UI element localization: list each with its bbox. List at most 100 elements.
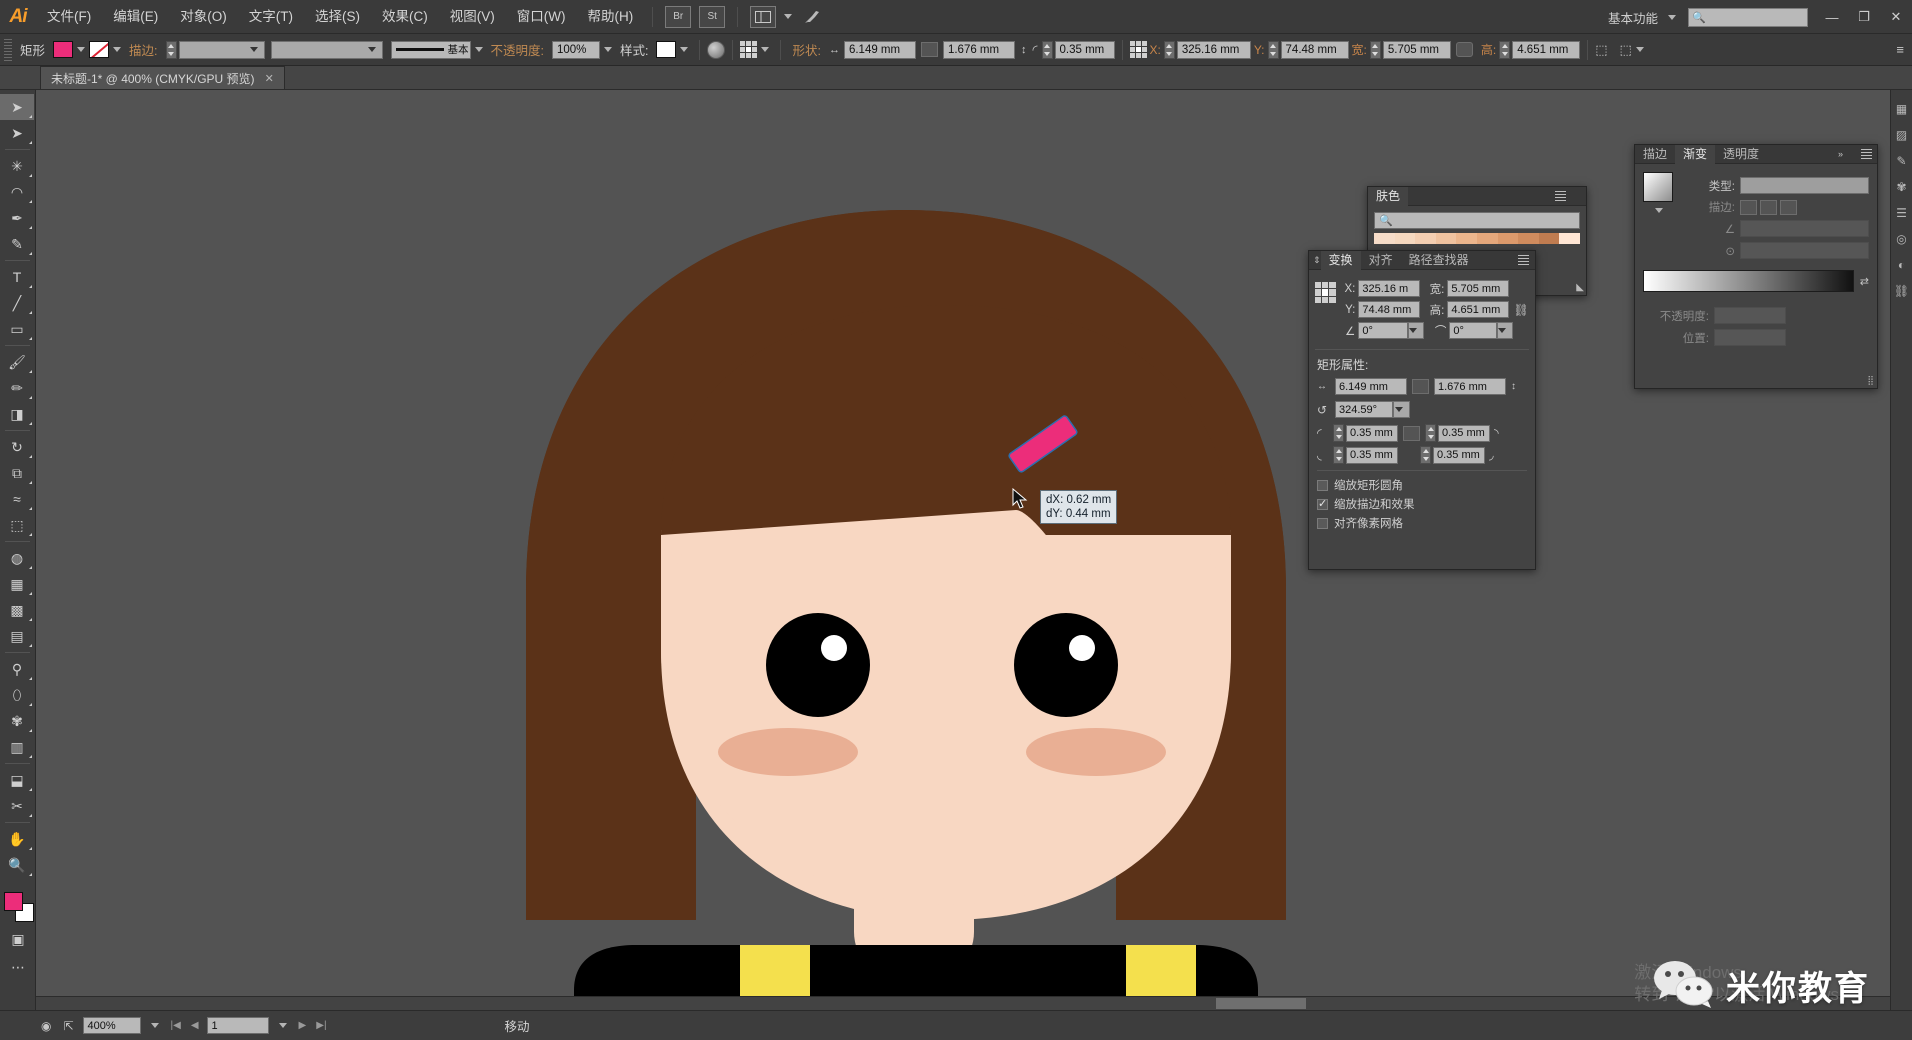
gradient-tool[interactable]: ▤	[0, 623, 34, 649]
zoom-tool[interactable]: 🔍	[0, 852, 34, 878]
zoom-chevron-icon[interactable]	[150, 1023, 159, 1028]
fill-swatch[interactable]	[4, 892, 23, 911]
rect-rotation-chevron-icon[interactable]	[1393, 401, 1410, 418]
menu-object[interactable]: 对象(O)	[169, 0, 238, 34]
perspective-grid-tool[interactable]: ▦	[0, 571, 34, 597]
gradient-preset-chevron-icon[interactable]	[1655, 208, 1663, 213]
horizontal-scrollbar[interactable]	[36, 996, 1898, 1010]
rocket-icon[interactable]	[800, 6, 826, 28]
swatch-search-input[interactable]: 🔍	[1374, 212, 1580, 229]
transform-w-field[interactable]: 5.705 mm	[1447, 280, 1510, 297]
corner-tl-stepper[interactable]	[1333, 424, 1344, 442]
align-pixel-grid-checkbox[interactable]	[1317, 517, 1328, 529]
shape-height-field[interactable]: 1.676 mm	[942, 40, 1015, 59]
align-anchor-icon[interactable]	[740, 41, 758, 58]
minimize-button[interactable]: —	[1816, 0, 1848, 34]
rect-constrain-button[interactable]	[1412, 379, 1429, 394]
menu-effect[interactable]: 效果(C)	[371, 0, 439, 34]
swatch-color[interactable]	[1394, 233, 1416, 244]
status-export-icon[interactable]: ⇱	[60, 1019, 76, 1033]
transform-panel[interactable]: ⇕ 变换 对齐 路径查找器 X: 325.16 m 宽: 5.705 mm Y:…	[1308, 250, 1536, 570]
graphic-style-swatch[interactable]	[656, 41, 677, 58]
gradient-panel-menu-icon[interactable]	[1861, 149, 1872, 159]
dock-color-icon[interactable]: ▦	[1891, 96, 1912, 122]
checkbox-scale-strokes[interactable]: 缩放描边和效果	[1317, 496, 1527, 512]
align-chevron-icon[interactable]	[761, 47, 770, 52]
swatch-color[interactable]	[1435, 233, 1457, 244]
tab-align[interactable]: 对齐	[1361, 251, 1401, 270]
tab-stroke[interactable]: 描边	[1635, 145, 1675, 164]
transform-link-icon[interactable]: ⛓	[1513, 276, 1529, 343]
lock-aspect-button[interactable]	[1455, 42, 1473, 57]
swatch-color[interactable]	[1497, 233, 1519, 244]
gradient-aspect-field[interactable]	[1740, 242, 1869, 259]
artboard-number-field[interactable]: 1	[206, 1017, 269, 1034]
transform-panel-menu-icon[interactable]	[1518, 255, 1529, 265]
horizontal-scroll-thumb[interactable]	[1216, 998, 1306, 1009]
pencil-tool[interactable]: ✏	[0, 375, 34, 401]
shape-builder-tool[interactable]: ◍	[0, 545, 34, 571]
dock-graphic-styles-icon[interactable]: ◐	[1891, 252, 1912, 278]
corner-bl-field[interactable]: 0.35 mm	[1346, 446, 1398, 464]
last-artboard-button[interactable]: ▶|	[314, 1020, 328, 1031]
gradient-type-select[interactable]	[1740, 177, 1869, 194]
tab-gradient[interactable]: 渐变	[1675, 144, 1716, 164]
swatch-color[interactable]	[1518, 233, 1539, 244]
scale-strokes-checkbox[interactable]	[1317, 497, 1328, 510]
close-button[interactable]: ✕	[1880, 0, 1912, 34]
slice-tool[interactable]: ✂	[0, 793, 34, 819]
stock-icon[interactable]: St	[699, 5, 726, 28]
stroke-weight-stepper[interactable]	[165, 40, 177, 59]
toolbox-options-icon[interactable]: ⋯	[1, 954, 35, 980]
corner-br-stepper[interactable]	[1420, 446, 1431, 464]
corner-tr-field[interactable]: 0.35 mm	[1438, 424, 1490, 442]
first-artboard-button[interactable]: |◀	[169, 1020, 183, 1031]
type-tool[interactable]: T	[0, 264, 34, 290]
h-field[interactable]: 4.651 mm	[1512, 40, 1581, 59]
stroke-chevron-icon[interactable]	[113, 47, 122, 52]
blend-tool[interactable]: ⬯	[0, 682, 34, 708]
swatch-color-strip[interactable]	[1374, 233, 1580, 244]
transform-shear-field[interactable]: 0°	[1358, 322, 1409, 339]
y-stepper[interactable]	[1267, 40, 1279, 59]
gradient-panel-collapse-icon[interactable]: »	[1838, 149, 1843, 159]
brush-definition-field[interactable]: 基本	[390, 40, 471, 59]
transform-panel-grip-icon[interactable]: ⇕	[1309, 255, 1321, 266]
checkbox-align-pixel-grid[interactable]: 对齐像素网格	[1317, 515, 1527, 531]
maximize-button[interactable]: ❐	[1848, 0, 1880, 34]
constrain-proportions-button[interactable]	[920, 42, 938, 57]
mesh-tool[interactable]: ▩	[0, 597, 34, 623]
zoom-level-field[interactable]: 400%	[82, 1017, 141, 1034]
gradient-stroke-across-button[interactable]	[1780, 199, 1797, 215]
control-bar-grip[interactable]	[4, 38, 12, 61]
checkbox-scale-corners[interactable]: 缩放矩形圆角	[1317, 477, 1527, 493]
transform-h-field[interactable]: 4.651 mm	[1447, 301, 1510, 318]
shape-width-field[interactable]: 6.149 mm	[843, 40, 916, 59]
stroke-color-swatch[interactable]	[89, 41, 110, 58]
swatch-color[interactable]	[1415, 233, 1436, 244]
column-graph-tool[interactable]: ▥	[0, 734, 34, 760]
rect-width-field[interactable]: 6.149 mm	[1335, 378, 1407, 395]
corner-tl-field[interactable]: 0.35 mm	[1346, 424, 1398, 442]
transform-rotate-field[interactable]: 0°	[1449, 322, 1498, 339]
y-field[interactable]: 74.48 mm	[1280, 40, 1349, 59]
menu-file[interactable]: 文件(F)	[36, 0, 102, 34]
bridge-icon[interactable]: Br	[665, 5, 692, 28]
opacity-mask-icon[interactable]	[707, 40, 726, 59]
gradient-preview-thumb[interactable]	[1643, 172, 1673, 202]
swatch-color[interactable]	[1374, 233, 1395, 244]
gradient-location-field[interactable]	[1714, 329, 1786, 346]
menu-select[interactable]: 选择(S)	[304, 0, 371, 34]
rect-rotation-field[interactable]: 324.59°	[1335, 401, 1393, 418]
width-tool[interactable]: ≈	[0, 486, 34, 512]
x-stepper[interactable]	[1163, 40, 1175, 59]
stroke-profile-field[interactable]	[270, 40, 383, 59]
corner-bl-stepper[interactable]	[1333, 446, 1344, 464]
rect-height-field[interactable]: 1.676 mm	[1434, 378, 1506, 395]
x-field[interactable]: 325.16 mm	[1176, 40, 1251, 59]
scale-corners-checkbox[interactable]	[1317, 479, 1328, 491]
tab-transform[interactable]: 变换	[1320, 250, 1361, 270]
scale-tool[interactable]: ⧉	[0, 460, 34, 486]
dock-links-icon[interactable]: ⛓	[1891, 278, 1912, 304]
h-stepper[interactable]	[1499, 40, 1511, 59]
